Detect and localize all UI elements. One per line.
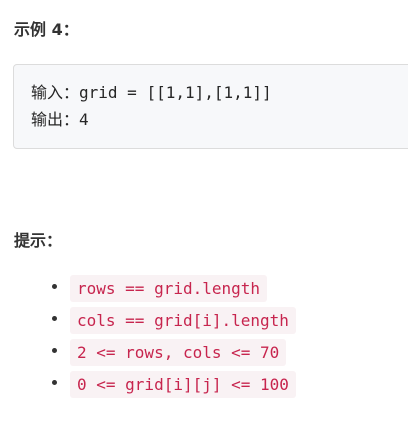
example-heading: 示例 4： [14,20,79,39]
bullet-icon [52,284,57,289]
example-input-line: 输入：grid = [[1,1],[1,1]] [31,79,408,106]
bullet-icon [52,316,57,321]
input-value: grid = [[1,1],[1,1]] [79,83,272,102]
hint-code: cols == grid[i].length [70,307,296,334]
bullet-icon [52,380,57,385]
bullet-icon [52,348,57,353]
hint-code: 0 <= grid[i][j] <= 100 [70,371,296,398]
output-label: 输出： [31,110,80,129]
output-value: 4 [79,110,89,129]
example-block: 输入：grid = [[1,1],[1,1]] 输出：4 [13,64,408,149]
example-output-line: 输出：4 [31,106,408,133]
hints-heading: 提示： [14,231,63,250]
hint-code: rows == grid.length [70,275,268,302]
input-label: 输入： [31,83,80,102]
hint-code: 2 <= rows, cols <= 70 [70,339,287,366]
